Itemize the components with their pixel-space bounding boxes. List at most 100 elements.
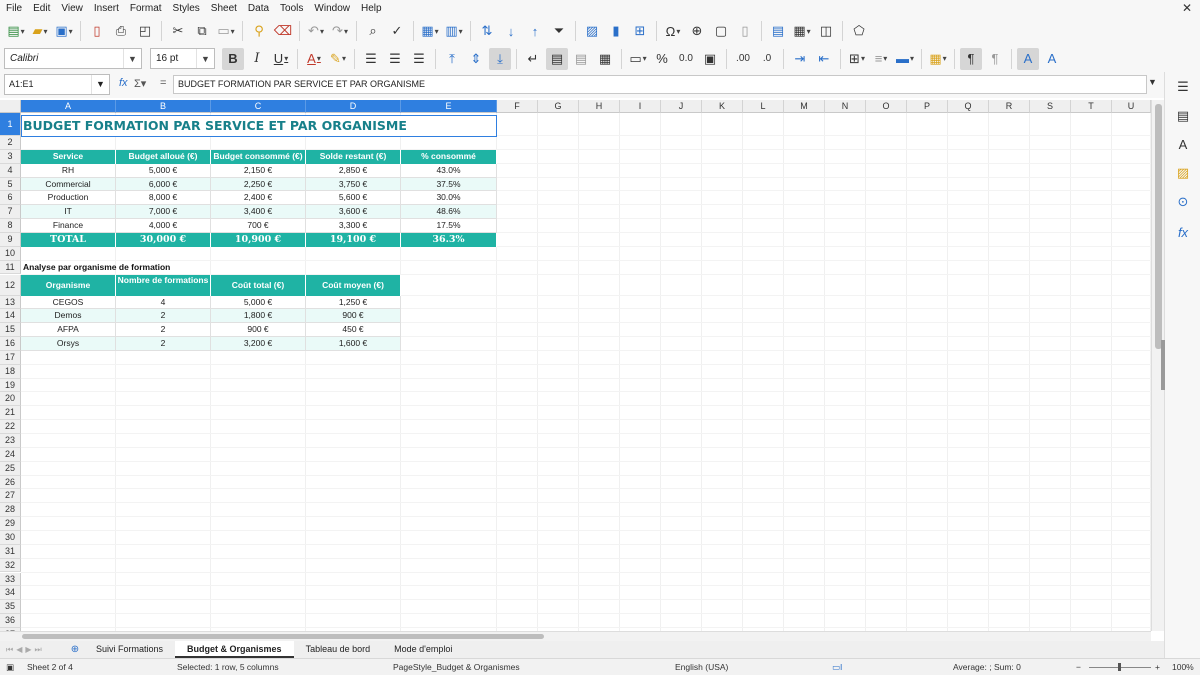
chevron-down-icon[interactable]: ▼ <box>196 49 214 68</box>
row-header-33[interactable]: 33 <box>0 572 21 587</box>
expand-formula-icon[interactable]: ▼ <box>1148 77 1157 87</box>
autofilter-icon[interactable]: ⏷ <box>548 20 570 42</box>
horizontal-scrollbar[interactable] <box>0 631 1151 641</box>
row-header-11[interactable]: 11 <box>0 260 21 275</box>
column-header-m[interactable]: M <box>784 100 825 113</box>
column-header-k[interactable]: K <box>702 100 743 113</box>
sort-descending-icon[interactable]: ↑ <box>524 20 546 42</box>
functions-icon[interactable]: fx <box>1173 222 1193 242</box>
text-direction-ltr-icon[interactable]: ¶ <box>960 47 982 70</box>
special-character-icon[interactable]: Ω <box>662 20 684 42</box>
navigator-icon[interactable]: ⊙ <box>1173 192 1193 212</box>
budget-table-cell[interactable]: Finance <box>21 219 116 233</box>
column-header-h[interactable]: H <box>579 100 620 113</box>
row-header-36[interactable]: 36 <box>0 614 21 628</box>
hyperlink-icon[interactable]: ⊕ <box>686 20 708 42</box>
row-header-16[interactable]: 16 <box>0 337 21 351</box>
show-draw-functions-icon[interactable]: ⬠ <box>848 20 870 42</box>
row-header-25[interactable]: 25 <box>0 461 21 476</box>
horizontal-scroll-thumb[interactable] <box>22 634 544 639</box>
align-right-icon[interactable]: ☰ <box>408 48 430 70</box>
column-header-f[interactable]: F <box>497 100 538 113</box>
border-color-icon[interactable]: ▬ <box>894 48 916 70</box>
merge-cells-icon[interactable]: ▤ <box>570 48 592 70</box>
column-header-r[interactable]: R <box>989 100 1030 113</box>
font-size-box[interactable]: 16 pt ▼ <box>150 48 215 69</box>
delete-decimal-icon[interactable]: .0 <box>756 48 778 70</box>
sidebar-menu-icon[interactable]: ☰ <box>1173 77 1193 97</box>
currency-format-icon[interactable]: ▭ <box>627 48 649 70</box>
budget-total-cell[interactable]: TOTAL <box>21 232 116 247</box>
select-all-corner[interactable] <box>0 100 21 113</box>
row-header-2[interactable]: 2 <box>0 136 21 150</box>
first-sheet-icon[interactable]: ⏮ <box>6 645 13 655</box>
budget-table-cell[interactable]: 2,250 € <box>211 177 306 192</box>
borders-icon[interactable]: ⊞ <box>846 48 868 70</box>
menu-sheet[interactable]: Sheet <box>205 0 242 17</box>
row-header-18[interactable]: 18 <box>0 364 21 379</box>
redo-icon[interactable]: ↷ <box>329 20 351 42</box>
column-header-i[interactable]: I <box>620 100 661 113</box>
row-header-24[interactable]: 24 <box>0 447 21 462</box>
styles-icon[interactable]: A <box>1173 134 1193 154</box>
organisme-table-header[interactable]: Coût moyen (€) <box>306 274 401 296</box>
next-sheet-icon[interactable]: ▶ <box>25 645 31 654</box>
budget-table-header[interactable]: Solde restant (€) <box>306 149 401 164</box>
row-header-34[interactable]: 34 <box>0 586 21 601</box>
align-bottom-icon[interactable]: ⤓ <box>489 47 511 70</box>
undo-icon[interactable]: ↶ <box>305 20 327 42</box>
budget-table-header[interactable]: Service <box>21 149 116 164</box>
number-format-icon[interactable]: 0.0 <box>675 48 697 70</box>
center-vertically-icon[interactable]: ⇕ <box>465 48 487 70</box>
menu-view[interactable]: View <box>55 0 88 17</box>
row-header-10[interactable]: 10 <box>0 246 21 261</box>
font-name-box[interactable]: Calibri ▼ <box>4 48 142 69</box>
budget-table-cell[interactable]: 3,400 € <box>211 205 306 220</box>
row-header-6[interactable]: 6 <box>0 191 21 206</box>
budget-table-cell[interactable]: 3,600 € <box>306 205 401 220</box>
paste-icon[interactable]: ▭ <box>215 20 237 42</box>
budget-total-cell[interactable]: 36.3% <box>401 232 497 247</box>
close-document-icon[interactable]: ✕ <box>1182 1 1192 15</box>
row-header-19[interactable]: 19 <box>0 378 21 393</box>
border-style-icon[interactable]: ≡ <box>870 48 892 70</box>
text-direction-rtl-icon[interactable]: ¶ <box>984 48 1006 70</box>
menu-tools[interactable]: Tools <box>274 0 308 17</box>
organisme-table-cell[interactable]: 900 € <box>306 309 401 324</box>
column-header-g[interactable]: G <box>538 100 579 113</box>
row-header-14[interactable]: 14 <box>0 309 21 324</box>
row-header-35[interactable]: 35 <box>0 600 21 615</box>
organisme-table-cell[interactable]: CEGOS <box>21 295 116 310</box>
header-footer-icon[interactable]: ▯ <box>734 20 756 42</box>
column-header-d[interactable]: D <box>306 100 401 113</box>
spreadsheet-grid[interactable]: A B C D E F G H I J K L M N O P Q R S T U 1 2 3 4 5 6 7 8 9 10 11 12 13 14… <box>0 100 1151 631</box>
menu-styles[interactable]: Styles <box>167 0 205 17</box>
find-replace-icon[interactable]: ⌕ <box>362 20 384 42</box>
zoom-out-icon[interactable]: − <box>1076 662 1081 672</box>
budget-table-cell[interactable]: 5,000 € <box>116 163 211 178</box>
align-top-icon[interactable]: ⤒ <box>441 48 463 70</box>
row-header-29[interactable]: 29 <box>0 517 21 531</box>
organisme-table-cell[interactable]: AFPA <box>21 323 116 338</box>
row-icon[interactable]: ▦ <box>419 20 441 42</box>
tab-tableau-de-bord[interactable]: Tableau de bord <box>294 641 383 658</box>
organisme-table-cell[interactable]: 4 <box>116 295 211 310</box>
column-header-u[interactable]: U <box>1112 100 1151 113</box>
column-header-j[interactable]: J <box>661 100 702 113</box>
align-left-icon[interactable]: ☰ <box>360 48 382 70</box>
underline-button[interactable]: U <box>270 48 292 70</box>
highlight-color-icon[interactable]: ✎ <box>327 48 349 70</box>
properties-icon[interactable]: ▤ <box>1173 106 1193 126</box>
organisme-table-cell[interactable]: 2 <box>116 309 211 324</box>
budget-table-cell[interactable]: 6,000 € <box>116 177 211 192</box>
budget-table-cell[interactable]: 17.5% <box>401 219 497 233</box>
budget-total-cell[interactable]: 10,900 € <box>211 232 306 247</box>
sort-ascending-icon[interactable]: ↓ <box>500 20 522 42</box>
column-header-p[interactable]: P <box>907 100 948 113</box>
row-header-7[interactable]: 7 <box>0 205 21 220</box>
organisme-table-header[interactable]: Nombre de formations <box>116 274 211 296</box>
budget-table-header[interactable]: Budget alloué (€) <box>116 149 211 164</box>
organisme-table-cell[interactable]: 3,200 € <box>211 337 306 351</box>
budget-table-cell[interactable]: 7,000 € <box>116 205 211 220</box>
row-header-21[interactable]: 21 <box>0 406 21 421</box>
